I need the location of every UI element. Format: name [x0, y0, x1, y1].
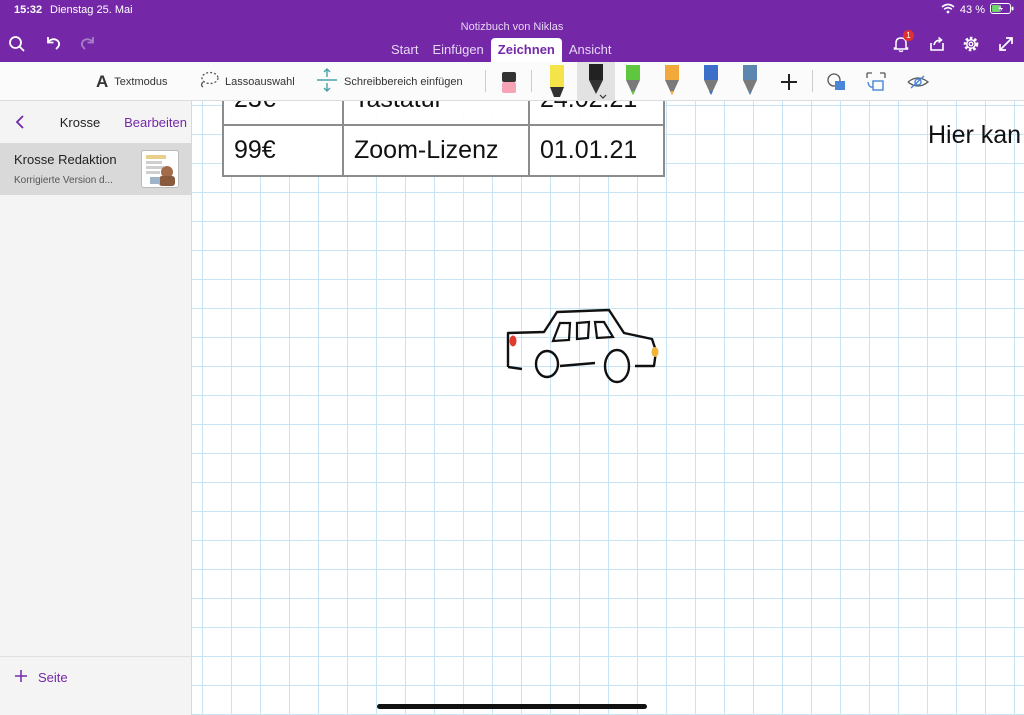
table-cell[interactable]: 23€: [222, 101, 344, 126]
expense-table[interactable]: 23€ Tastatur 24.02.21 99€ Zoom-Lizenz 01…: [222, 101, 665, 177]
lasso-select-button[interactable]: Lassoauswahl: [199, 62, 295, 101]
page-list-sidebar: Krosse Bearbeiten Krosse Redaktion Korri…: [0, 101, 192, 715]
lasso-icon: [199, 71, 219, 92]
insert-space-button[interactable]: Schreibbereich einfügen: [316, 62, 463, 101]
status-time: 15:32: [14, 4, 43, 16]
edit-button[interactable]: Bearbeiten: [124, 115, 187, 130]
add-page-label: Seite: [38, 670, 68, 685]
green-pen-icon[interactable]: [618, 62, 648, 101]
wifi-icon: [941, 3, 955, 17]
table-cell[interactable]: 99€: [222, 124, 344, 177]
share-icon[interactable]: [926, 33, 948, 55]
add-page-button[interactable]: Seite: [14, 669, 68, 686]
toolbar-divider: [812, 70, 813, 92]
insert-space-label: Schreibbereich einfügen: [344, 75, 463, 88]
home-indicator[interactable]: [377, 704, 647, 709]
undo-icon[interactable]: [42, 33, 64, 55]
page-thumbnail: [141, 150, 179, 188]
tab-start[interactable]: Start: [384, 38, 425, 62]
toolbar-divider: [531, 70, 532, 92]
shapes-icon[interactable]: [822, 62, 852, 101]
table-cell[interactable]: Tastatur: [342, 101, 530, 126]
app-header: 15:32 Dienstag 25. Mai 43 % Notizbuch vo…: [0, 0, 1024, 62]
add-pen-icon[interactable]: [774, 62, 804, 101]
insert-space-icon: [316, 68, 338, 95]
battery-percent: 43 %: [959, 4, 985, 16]
search-icon[interactable]: [6, 33, 28, 55]
plus-icon: [14, 669, 28, 686]
app-window: 15:32 Dienstag 25. Mai 43 % Notizbuch vo…: [0, 0, 1024, 715]
blue-pen-icon[interactable]: [696, 62, 726, 101]
table-row: 99€ Zoom-Lizenz 01.01.21: [222, 124, 665, 177]
note-canvas[interactable]: 23€ Tastatur 24.02.21 99€ Zoom-Lizenz 01…: [192, 101, 1024, 715]
status-date: Dienstag 25. Mai: [50, 4, 133, 16]
tab-ansicht[interactable]: Ansicht: [562, 38, 619, 62]
toolbar-divider: [485, 70, 486, 92]
page-item-title: Krosse Redaktion: [14, 152, 117, 167]
ribbon-tabs: Start Einfügen Zeichnen Ansicht: [384, 38, 619, 62]
table-cell[interactable]: Zoom-Lizenz: [342, 124, 530, 177]
notebook-title: Notizbuch von Niklas: [460, 21, 564, 33]
notification-badge: 1: [903, 30, 914, 41]
notification-bell-icon[interactable]: 1: [890, 30, 914, 55]
redo-icon[interactable]: [77, 33, 99, 55]
tab-zeichnen[interactable]: Zeichnen: [490, 38, 562, 62]
canvas-text-block[interactable]: Hier kan: [928, 121, 1021, 150]
gray-blue-pen-icon[interactable]: [735, 62, 765, 101]
tab-einfuegen[interactable]: Einfügen: [425, 38, 490, 62]
table-cell[interactable]: 01.01.21: [528, 124, 665, 177]
lasso-label: Lassoauswahl: [225, 75, 295, 88]
page-list-item[interactable]: Krosse Redaktion Korrigierte Version d..…: [0, 143, 191, 195]
text-mode-icon: A: [96, 71, 109, 91]
sidebar-header: Krosse Bearbeiten: [0, 101, 191, 143]
highlighter-pen-icon[interactable]: [542, 62, 572, 101]
highlighter-color: [550, 64, 564, 87]
battery-icon: [990, 3, 1014, 17]
gear-icon[interactable]: [960, 33, 982, 55]
draw-toolbar: A Textmodus Lassoauswahl Schreibbereich …: [0, 62, 1024, 101]
text-mode-button[interactable]: A Textmodus: [96, 62, 167, 101]
page-item-subtitle: Korrigierte Version d...: [14, 175, 113, 186]
sidebar-footer: Seite: [0, 656, 191, 715]
black-pen-icon[interactable]: [577, 62, 615, 101]
car-drawing[interactable]: [502, 306, 662, 388]
table-row: 23€ Tastatur 24.02.21: [222, 101, 665, 126]
status-indicators: 43 %: [941, 3, 1014, 17]
orange-pen-icon[interactable]: [657, 62, 687, 101]
ink-replay-icon[interactable]: [903, 62, 933, 101]
table-cell[interactable]: 24.02.21: [528, 101, 665, 126]
expand-icon[interactable]: [995, 33, 1017, 55]
text-mode-label: Textmodus: [114, 75, 168, 88]
eraser-icon[interactable]: [494, 62, 524, 101]
ink-to-shape-icon[interactable]: [861, 62, 891, 101]
